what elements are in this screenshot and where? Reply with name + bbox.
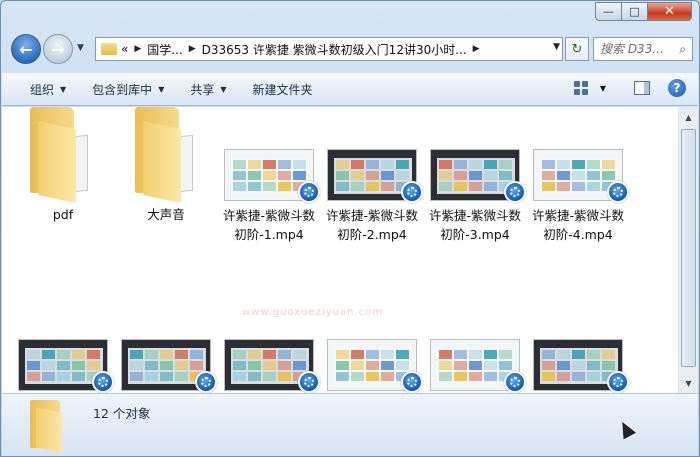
video-player-icon	[401, 181, 423, 203]
navigation-row: ← → ▼ « ▶ 国学... ▶ D33653 许紫捷 紫微斗数初级入门12讲…	[9, 31, 693, 67]
maximize-button[interactable]: □	[621, 2, 648, 21]
video-player-icon	[607, 181, 629, 203]
organize-menu[interactable]: 组织 ▼	[30, 81, 66, 98]
video-file-item[interactable]: 许紫捷-紫微斗数初阶-7.mp4	[220, 297, 320, 432]
change-view-icon[interactable]	[573, 81, 588, 95]
command-toolbar: 组织 ▼ 包含到库中 ▼ 共享 ▼ 新建文件夹 ▼ ?	[2, 73, 698, 106]
file-name-line-1: 许紫捷-紫微斗数	[222, 208, 315, 223]
chevron-down-icon: ▼	[60, 84, 67, 94]
video-file-item[interactable]: 许紫捷-紫微斗数初阶-9.mp4	[426, 297, 526, 432]
video-player-icon	[298, 181, 320, 203]
folder-item[interactable]: pdf	[14, 107, 112, 222]
folder-item[interactable]: 大声音	[117, 107, 215, 222]
scroll-down-icon[interactable]: ▼	[681, 375, 696, 391]
file-list-pane[interactable]: www.guoxueziyuan.com pdf 大声音 许紫捷-紫微斗数 初阶-1.…	[2, 107, 678, 432]
organize-label: 组织	[30, 82, 55, 97]
chevron-down-icon: ▼	[158, 84, 165, 94]
chevron-right-icon: ▶	[188, 44, 196, 54]
folder-icon	[30, 107, 104, 204]
video-file-item[interactable]: 许紫捷-紫微斗数初阶-8.mp4	[323, 297, 423, 432]
toolbar-right: ▼ ?	[573, 79, 686, 97]
scroll-up-icon[interactable]: ▲	[681, 109, 696, 125]
file-name-line-2: 初阶-1.mp4	[234, 227, 304, 242]
file-name-line-2: 初阶-2.mp4	[337, 227, 407, 242]
new-folder-label: 新建文件夹	[252, 82, 313, 97]
new-folder-button[interactable]: 新建文件夹	[253, 81, 313, 98]
chevron-right-icon: ▶	[472, 44, 480, 54]
breadcrumb-item[interactable]: D33653 许紫捷 紫微斗数初级入门12讲30小时...	[202, 41, 467, 58]
share-menu[interactable]: 共享 ▼	[190, 81, 226, 98]
video-player-icon	[298, 371, 320, 393]
file-name-line-1: 许紫捷-紫微斗数	[428, 208, 521, 223]
back-arrow-icon: ←	[19, 39, 33, 59]
search-input[interactable]	[600, 42, 670, 56]
video-player-icon	[401, 371, 423, 393]
view-dropdown-icon[interactable]: ▼	[600, 84, 606, 93]
address-dropdown[interactable]: ▼	[553, 42, 560, 52]
video-file-item[interactable]: 许紫捷-紫微斗数 初阶-4.mp4	[529, 107, 629, 242]
address-bar[interactable]: « ▶ 国学... ▶ D33653 许紫捷 紫微斗数初级入门12讲30小时..…	[95, 37, 563, 61]
video-player-icon	[607, 371, 629, 393]
preview-pane-icon[interactable]	[634, 81, 650, 95]
file-name-line-1: 许紫捷-紫微斗数	[325, 208, 418, 223]
video-file-item[interactable]: 许紫捷-紫微斗数初阶-5.mp4	[14, 297, 114, 432]
video-file-item[interactable]: 许紫捷-紫微斗数 初阶-3.mp4	[426, 107, 526, 242]
explorer-window: — □ ✕ ← → ▼ « ▶ 国学... ▶ D33653 许紫捷 紫微斗数初…	[0, 0, 700, 457]
address-overflow[interactable]: «	[121, 42, 128, 56]
video-player-icon	[195, 371, 217, 393]
file-name: 大声音	[147, 207, 185, 222]
video-file-item[interactable]: 许紫捷-紫微斗数初阶-6.mp4	[117, 297, 217, 432]
refresh-icon: ↻	[571, 41, 583, 57]
video-player-icon	[504, 181, 526, 203]
recent-pages-dropdown[interactable]: ▼	[77, 43, 84, 53]
video-file-item[interactable]: 许紫捷-紫微斗数 初阶-2.mp4	[323, 107, 423, 242]
minimize-button[interactable]: —	[595, 2, 622, 21]
search-icon[interactable]: ⌕	[679, 42, 686, 57]
vertical-scrollbar[interactable]: ▲ ▼	[678, 107, 698, 393]
video-file-item[interactable]: 许紫捷-紫微斗数 初阶-1.mp4	[220, 107, 320, 242]
chevron-down-icon: ▼	[220, 84, 227, 94]
video-player-icon	[92, 371, 114, 393]
file-name-line-1: 许紫捷-紫微斗数	[531, 208, 624, 223]
chevron-right-icon: ▶	[134, 44, 142, 54]
video-file-item[interactable]: 许紫捷-紫微斗数初阶-10.mp4	[529, 297, 629, 432]
include-in-library-label: 包含到库中	[92, 82, 153, 97]
file-name: pdf	[52, 207, 74, 222]
forward-button[interactable]: →	[43, 34, 73, 64]
folder-icon	[101, 43, 117, 55]
forward-arrow-icon: →	[51, 39, 65, 59]
folder-icon	[30, 400, 74, 453]
close-button[interactable]: ✕	[647, 2, 692, 21]
folder-icon	[135, 107, 209, 204]
refresh-button[interactable]: ↻	[565, 37, 589, 61]
video-player-icon	[504, 371, 526, 393]
file-name-line-2: 初阶-4.mp4	[543, 227, 613, 242]
search-box[interactable]: ⌕	[593, 37, 693, 61]
help-icon[interactable]: ?	[668, 79, 686, 97]
share-label: 共享	[190, 82, 215, 97]
item-count: 12 个对象	[93, 406, 151, 421]
file-name-line-2: 初阶-3.mp4	[440, 227, 510, 242]
window-controls: — □ ✕	[595, 2, 692, 22]
include-in-library-menu[interactable]: 包含到库中 ▼	[92, 81, 164, 98]
details-pane: 12 个对象	[2, 393, 698, 456]
breadcrumb-item[interactable]: 国学...	[147, 41, 182, 58]
back-button[interactable]: ←	[11, 34, 41, 64]
scrollbar-thumb[interactable]	[681, 129, 696, 367]
